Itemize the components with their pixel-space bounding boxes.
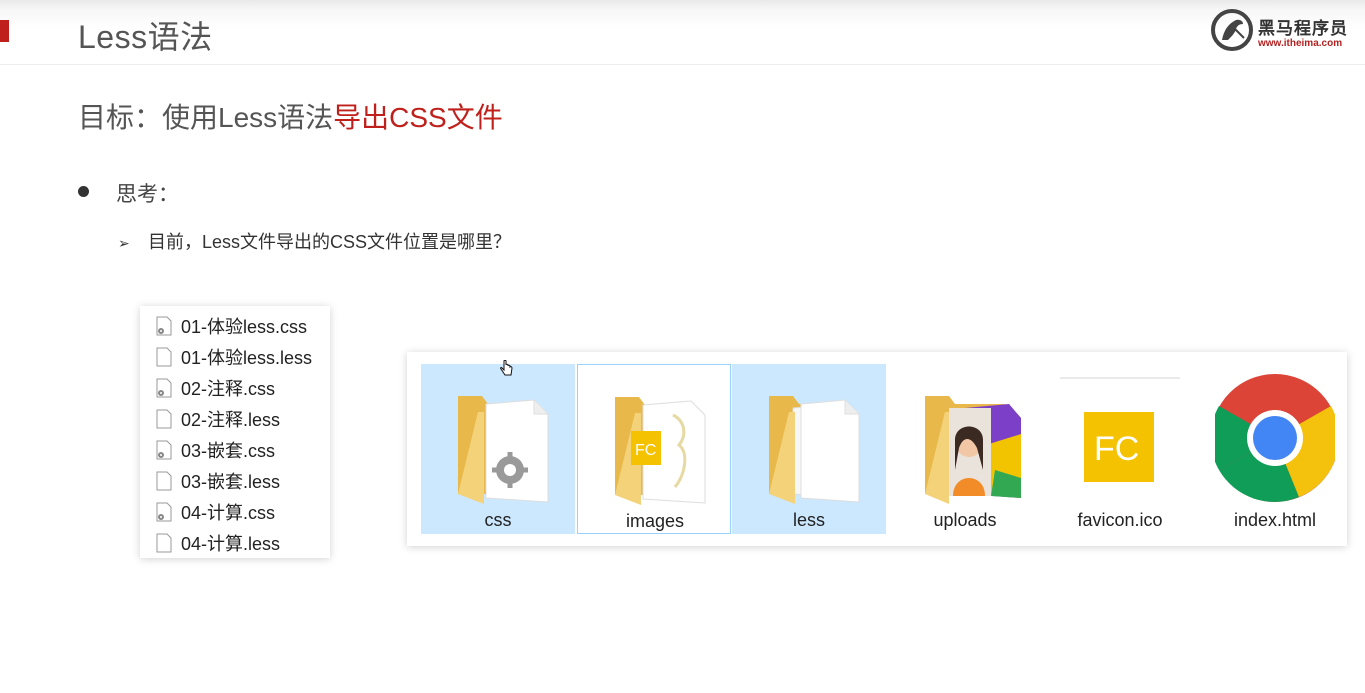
goal-heading: 目标：使用Less语法导出CSS文件 — [78, 96, 503, 136]
sub-bullet-text: 目前，Less文件导出的CSS文件位置是哪里？ — [148, 232, 512, 252]
explorer-item-label: favicon.ico — [1077, 510, 1163, 530]
sub-bullet: ➢ 目前，Less文件导出的CSS文件位置是哪里？ — [118, 228, 511, 254]
fc-icon: FC — [1060, 377, 1180, 504]
brand-url: www.itheima.com — [1258, 38, 1343, 49]
css-file-icon — [156, 502, 172, 522]
explorer-item-label: uploads — [933, 510, 997, 530]
goal-highlight: 导出CSS文件 — [333, 102, 503, 133]
brand-name: 黑马程序员 — [1258, 19, 1348, 38]
hand-cursor-icon — [500, 360, 513, 376]
bullet-point: 思考： — [78, 178, 179, 208]
chrome-icon — [1215, 374, 1335, 502]
file-favicon[interactable]: FC favicon.ico — [1043, 364, 1197, 534]
folder-images-icon: FC — [615, 397, 706, 505]
arrow-bullet-icon: ➢ — [118, 235, 130, 251]
blank-file-icon — [156, 471, 172, 491]
goal-prefix: 目标：使用Less语法 — [78, 102, 334, 133]
css-file-icon — [156, 440, 172, 460]
explorer-item-label: index.html — [1233, 510, 1317, 530]
file-list-item[interactable]: 02-注释.less — [156, 405, 280, 433]
folder-images[interactable]: FC images — [577, 364, 731, 534]
file-explorer-panel: css FC images less uploads FC favicon.ic… — [407, 352, 1347, 546]
file-list-item[interactable]: 03-嵌套.less — [156, 467, 280, 495]
file-list-item[interactable]: 04-计算.less — [156, 529, 280, 557]
css-file-icon — [156, 378, 172, 398]
folder-docs-icon — [769, 396, 860, 504]
file-list-item[interactable]: 01-体验less.css — [156, 312, 307, 340]
bullet-dot-icon — [78, 186, 89, 197]
explorer-item-label: css — [484, 510, 512, 530]
brand-logo: 黑马程序员 www.itheima.com — [1210, 8, 1355, 52]
slide-title: Less语法 — [78, 19, 213, 55]
folder-gear-icon — [458, 396, 549, 504]
file-list-item[interactable]: 01-体验less.less — [156, 343, 312, 371]
svg-text:FC: FC — [635, 442, 656, 459]
bullet-text: 思考： — [116, 183, 179, 206]
file-list-item[interactable]: 03-嵌套.css — [156, 436, 275, 464]
blank-file-icon — [156, 533, 172, 553]
folder-less[interactable]: less — [732, 364, 886, 534]
file-list-panel: 01-体验less.css 01-体验less.less 02-注释.css 0… — [140, 306, 330, 558]
slide-header: Less语法 黑马程序员 www.itheima.com — [0, 0, 1365, 65]
css-file-icon — [156, 316, 172, 336]
svg-text:FC: FC — [1094, 430, 1139, 468]
folder-css[interactable]: css — [421, 364, 575, 534]
folder-photo-icon — [925, 396, 1021, 504]
blank-file-icon — [156, 409, 172, 429]
blank-file-icon — [156, 347, 172, 367]
explorer-item-label: less — [792, 510, 825, 530]
file-index-html[interactable]: index.html — [1198, 364, 1352, 534]
file-list-item[interactable]: 04-计算.css — [156, 498, 275, 526]
file-list-item[interactable]: 02-注释.css — [156, 374, 275, 402]
accent-tab — [0, 20, 9, 42]
folder-uploads[interactable]: uploads — [888, 364, 1042, 534]
horse-logo-icon — [1211, 9, 1253, 51]
explorer-item-label: images — [625, 511, 685, 531]
